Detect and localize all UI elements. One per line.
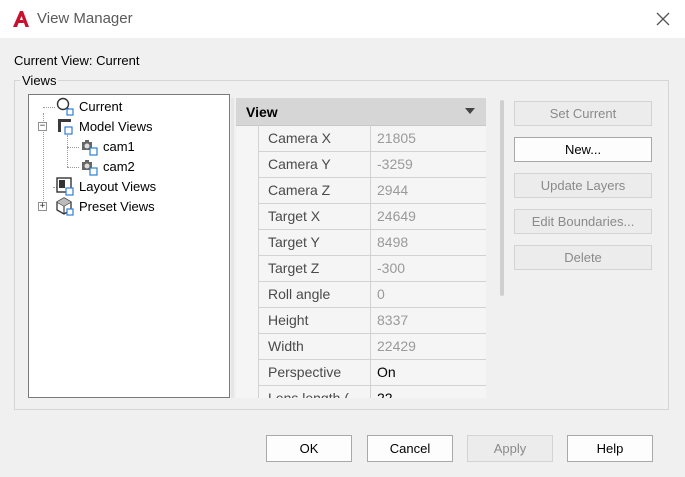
layout-views-icon (56, 177, 74, 196)
property-row[interactable]: Height 8337 (258, 307, 486, 334)
update-layers-button[interactable]: Update Layers (514, 173, 652, 198)
camera-icon (82, 160, 98, 176)
property-value: 0 (377, 286, 385, 302)
property-value: 8498 (377, 234, 409, 250)
cancel-button[interactable]: Cancel (367, 435, 453, 462)
property-row[interactable]: Perspective On (258, 359, 486, 386)
property-row[interactable]: Lens length ( 22 (258, 385, 486, 398)
tree-item-layout-views[interactable]: Layout Views (55, 176, 156, 196)
close-icon[interactable] (651, 7, 675, 31)
property-name: Camera Y (258, 151, 371, 177)
tree-item-preset-views[interactable]: Preset Views (55, 196, 155, 216)
property-name: Target Y (258, 229, 371, 255)
property-row[interactable]: Target Z -300 (258, 255, 486, 282)
camera-icon (82, 140, 98, 156)
current-view-icon (56, 97, 74, 116)
set-current-button[interactable]: Set Current (514, 101, 652, 126)
property-value: -300 (377, 260, 406, 276)
tree-connector (43, 107, 55, 108)
tree-item-label: Preset Views (79, 198, 155, 214)
tree-item-model-views[interactable]: Model Views (55, 116, 152, 136)
property-row[interactable]: Width 22429 (258, 333, 486, 360)
property-name: Camera Z (258, 177, 371, 203)
property-name: Roll angle (258, 281, 371, 307)
edit-boundaries-button[interactable]: Edit Boundaries... (514, 209, 652, 234)
window-title: View Manager (37, 10, 133, 27)
tree-item-label: cam2 (103, 158, 135, 174)
property-name: Target Z (258, 255, 371, 281)
property-row[interactable]: Target Y 8498 (258, 229, 486, 256)
property-value[interactable]: 22 (372, 385, 486, 398)
property-name: Target X (258, 203, 371, 229)
expand-toggle[interactable]: + (38, 202, 47, 211)
ok-button[interactable]: OK (266, 435, 352, 462)
tree-connector (67, 147, 79, 148)
properties-header-title: View (246, 104, 278, 120)
properties-scrollbar[interactable] (500, 100, 504, 296)
property-row[interactable]: Camera X 21805 (258, 125, 486, 152)
tree-item-label: Current (79, 98, 123, 114)
current-view-label: Current View: Current (14, 53, 140, 68)
tree-connector (67, 135, 68, 167)
delete-button[interactable]: Delete (514, 245, 652, 270)
new-view-button[interactable]: New... (514, 137, 652, 162)
model-views-icon (58, 119, 73, 135)
panel-splitter[interactable] (231, 98, 234, 398)
tree-item-cam1[interactable]: cam1 (79, 136, 135, 156)
help-button[interactable]: Help (567, 435, 653, 462)
property-row[interactable]: Roll angle 0 (258, 281, 486, 308)
property-row[interactable]: Camera Z 2944 (258, 177, 486, 204)
collapse-caret-icon[interactable] (465, 108, 475, 114)
property-name: Perspective (258, 359, 371, 385)
property-name: Height (258, 307, 371, 333)
tree-item-cam2[interactable]: cam2 (79, 156, 135, 176)
preset-views-icon (56, 197, 74, 216)
collapse-toggle[interactable]: − (38, 122, 47, 131)
property-value: 8337 (377, 312, 409, 328)
property-value: 22429 (377, 338, 416, 354)
property-name: Lens length ( (258, 385, 371, 398)
properties-panel[interactable]: View Camera X 21805 Camera Y -3259 Camer… (236, 98, 486, 398)
property-value: 21805 (377, 130, 416, 146)
title-bar: View Manager (0, 0, 685, 38)
properties-header[interactable]: View (236, 98, 486, 126)
tree-connector (67, 167, 79, 168)
tree-item-current[interactable]: Current (55, 96, 122, 116)
views-group-label: Views (20, 73, 59, 88)
property-name: Width (258, 333, 371, 359)
autocad-logo-icon (13, 11, 29, 27)
property-value: 24649 (377, 208, 416, 224)
tree-item-label: Layout Views (79, 178, 157, 194)
views-tree[interactable]: Current − Model Views cam1 cam2 Layout V… (28, 94, 230, 398)
property-value[interactable]: On (372, 359, 486, 385)
tree-item-label: Model Views (79, 118, 153, 134)
apply-button[interactable]: Apply (467, 435, 553, 462)
property-value: -3259 (377, 156, 413, 172)
property-row[interactable]: Camera Y -3259 (258, 151, 486, 178)
tree-item-label: cam1 (103, 138, 135, 154)
property-value: 2944 (377, 182, 409, 198)
property-name: Camera X (258, 125, 371, 151)
property-row[interactable]: Target X 24649 (258, 203, 486, 230)
